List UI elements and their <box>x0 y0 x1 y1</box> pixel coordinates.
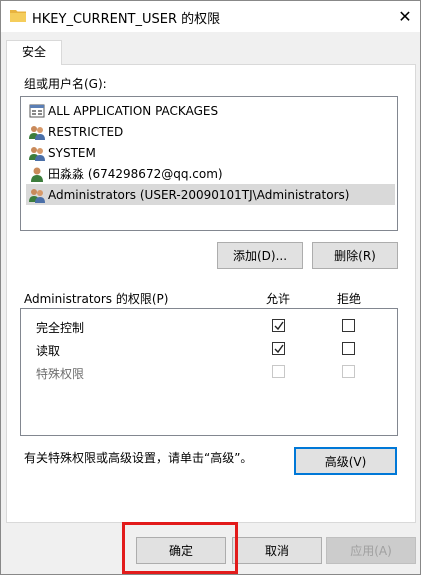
check-icon <box>274 344 284 354</box>
list-item-administrators[interactable]: Administrators (USER-20090101TJ\Administ… <box>26 184 395 205</box>
deny-checkbox-read[interactable] <box>342 342 355 355</box>
permission-name: 特殊权限 <box>36 367 85 381</box>
permissions-list: 完全控制 读取 特殊权限 <box>20 308 398 436</box>
permissions-label: Administrators 的权限(P) <box>24 292 169 306</box>
allow-checkbox-read[interactable] <box>272 342 285 355</box>
list-item-user[interactable]: 田淼淼 (674298672@qq.com) <box>29 163 395 184</box>
group-icon <box>29 146 45 161</box>
advanced-button[interactable]: 高级(V) <box>294 447 397 475</box>
permissions-dialog: HKEY_CURRENT_USER 的权限 ✕ 安全 组或用户名(G): ALL… <box>0 0 421 575</box>
allow-checkbox-special <box>272 365 285 378</box>
permission-row-read: 读取 <box>36 339 396 359</box>
list-item-label: ALL APPLICATION PACKAGES <box>48 103 219 118</box>
deny-header: 拒绝 <box>337 292 362 306</box>
list-item-all-application-packages[interactable]: ALL APPLICATION PACKAGES <box>29 100 395 121</box>
tab-security[interactable]: 安全 <box>6 40 62 65</box>
window-title: HKEY_CURRENT_USER 的权限 <box>32 12 221 27</box>
apply-button[interactable]: 应用(A) <box>326 537 416 564</box>
allow-checkbox-full-control[interactable] <box>272 319 285 332</box>
group-user-list[interactable]: ALL APPLICATION PACKAGES RESTRICTED SYST… <box>20 96 398 231</box>
app-packages-icon <box>29 104 45 117</box>
list-item-system[interactable]: SYSTEM <box>29 142 395 163</box>
cancel-button[interactable]: 取消 <box>232 537 322 564</box>
deny-checkbox-full-control[interactable] <box>342 319 355 332</box>
permission-name: 读取 <box>36 344 61 358</box>
group-icon <box>29 125 45 140</box>
close-icon: ✕ <box>398 7 412 26</box>
check-icon <box>274 321 284 331</box>
list-item-label: RESTRICTED <box>48 124 124 139</box>
list-item-label: Administrators (USER-20090101TJ\Administ… <box>48 187 350 202</box>
allow-header: 允许 <box>266 292 291 306</box>
deny-checkbox-special <box>342 365 355 378</box>
permission-row-full-control: 完全控制 <box>36 316 396 336</box>
highlight-annotation <box>122 522 238 574</box>
title-bar: HKEY_CURRENT_USER 的权限 ✕ <box>1 1 420 32</box>
group-icon <box>29 188 45 203</box>
folder-icon <box>10 10 26 22</box>
advanced-hint: 有关特殊权限或高级设置，请单击“高级”。 <box>24 451 253 465</box>
close-button[interactable]: ✕ <box>390 1 420 32</box>
permission-name: 完全控制 <box>36 321 85 335</box>
add-button[interactable]: 添加(D)... <box>217 242 303 269</box>
list-item-restricted[interactable]: RESTRICTED <box>29 121 395 142</box>
remove-button[interactable]: 删除(R) <box>312 242 398 269</box>
list-item-label: 田淼淼 (674298672@qq.com) <box>48 167 223 181</box>
list-item-label: SYSTEM <box>48 145 96 160</box>
groups-label: 组或用户名(G): <box>24 77 107 91</box>
permission-row-special: 特殊权限 <box>36 362 396 382</box>
user-icon <box>31 167 43 182</box>
